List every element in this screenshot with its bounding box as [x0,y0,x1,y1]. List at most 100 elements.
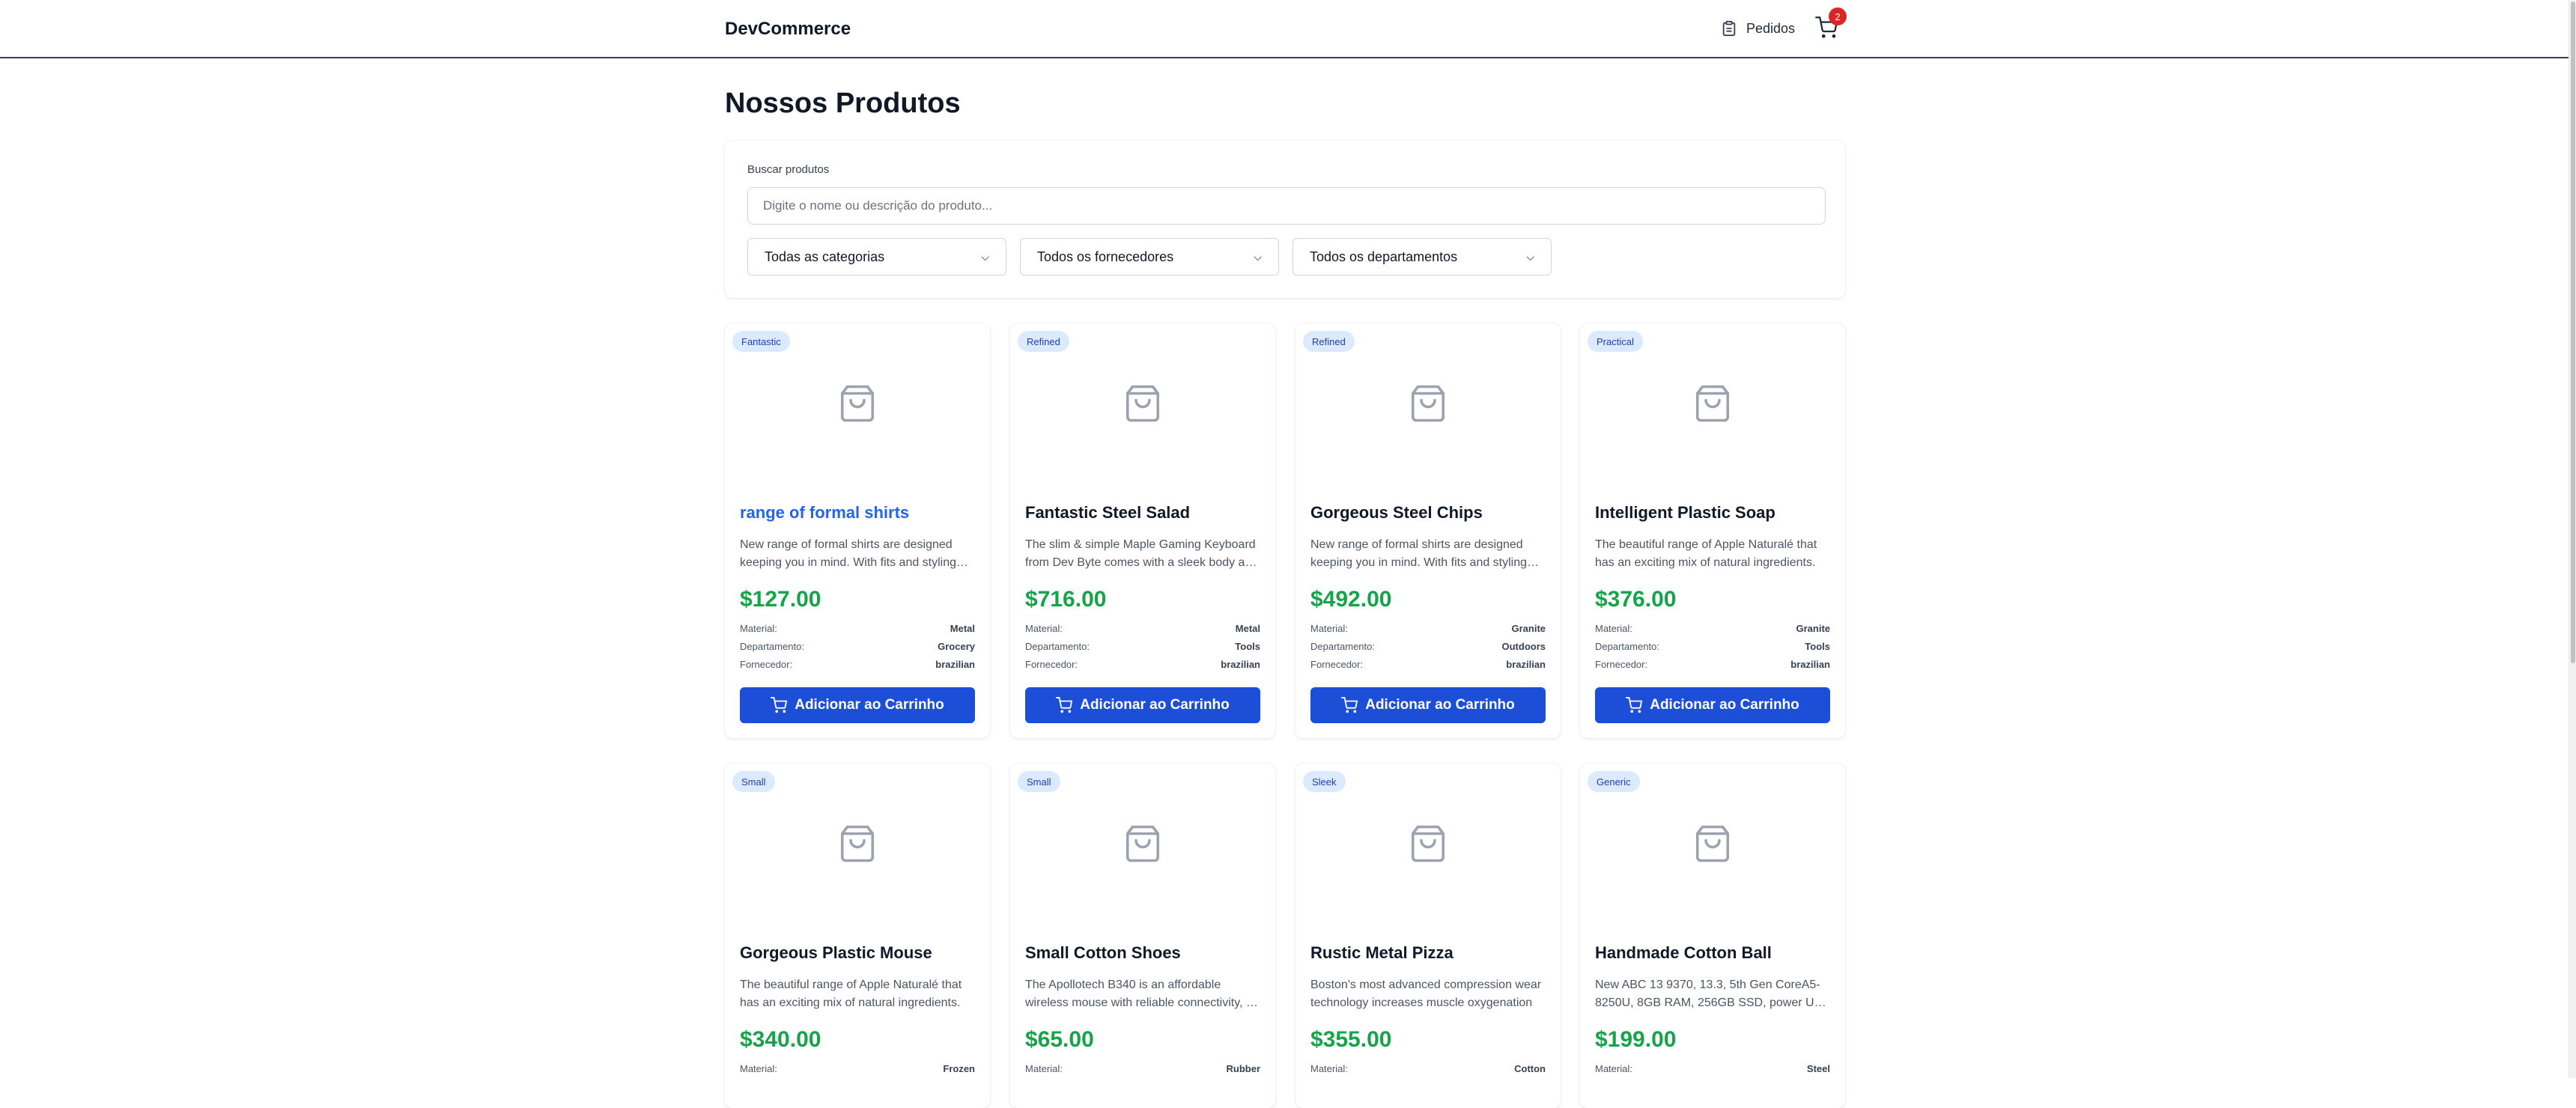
product-price: $716.00 [1025,587,1107,612]
material-value: Granite [1511,623,1546,634]
material-label: Material: [740,623,777,634]
product-description: New range of formal shirts are designed … [1310,538,1528,569]
product-description: New ABC 13 9370, 13.3, 5th Gen CoreA5-82… [1595,978,1832,1009]
cart-icon [1056,697,1073,713]
supplier-row: Fornecedor: brazilian [1595,659,1830,670]
product-name[interactable]: Intelligent Plastic Soap [1595,503,1835,523]
chevron-down-icon: ⌵ [1526,250,1534,263]
cart-count-badge: 2 [1829,7,1847,25]
shopping-bag-icon [1695,385,1730,422]
shopping-bag-icon [1126,825,1160,862]
product-description: The beautiful range of Apple Naturalé th… [1595,538,1817,569]
material-label: Material: [1310,623,1348,634]
department-label: Departamento: [740,641,804,652]
product-description: New range of formal shirts are designed … [740,538,957,569]
page-title: Nossos Produtos [725,88,961,119]
material-label: Material: [1025,1063,1063,1074]
product-card[interactable]: Refined Gorgeous Steel Chips New range o… [1295,323,1561,738]
product-description: The beautiful range of Apple Naturalé th… [740,978,962,1009]
product-card[interactable]: Small Small Cotton Shoes The Apollotech … [1010,764,1275,1108]
material-row: Material: Metal [740,623,975,634]
add-to-cart-button[interactable]: Adicionar ao Carrinho [1310,687,1546,723]
shopping-bag-icon [1411,825,1445,862]
department-value: Tools [1805,641,1830,652]
product-name-link[interactable]: range of formal shirts [740,503,979,523]
supplier-value: brazilian [935,659,975,670]
supplier-label: Fornecedor: [1310,659,1364,670]
supplier-row: Fornecedor: brazilian [1310,659,1546,670]
supplier-value: brazilian [1506,659,1546,670]
department-value: Outdoors [1501,641,1546,652]
department-select-value: Todos os departamentos [1310,249,1458,264]
product-badge: Small [732,771,775,792]
supplier-select[interactable]: Todos os fornecedores ⌵ [1020,238,1279,276]
shopping-bag-icon [1411,385,1445,422]
orders-link[interactable]: Pedidos [1721,18,1795,39]
product-card[interactable]: Small Gorgeous Plastic Mouse The beautif… [725,764,990,1108]
cart-icon [1341,697,1358,713]
product-badge: Practical [1588,331,1643,352]
department-label: Departamento: [1595,641,1659,652]
supplier-value: brazilian [1221,659,1260,670]
search-input[interactable] [747,187,1826,225]
add-to-cart-button[interactable]: Adicionar ao Carrinho [1025,687,1260,723]
material-value: Metal [1235,623,1260,634]
product-badge: Small [1018,771,1060,792]
product-card[interactable]: Sleek Rustic Metal Pizza Boston's most a… [1295,764,1561,1108]
orders-label: Pedidos [1746,20,1796,36]
product-card[interactable]: Refined Fantastic Steel Salad The slim &… [1010,323,1275,738]
product-card[interactable]: Fantastic range of formal shirts New ran… [725,323,990,738]
material-row: Material: Rubber [1025,1063,1260,1074]
product-price: $376.00 [1595,587,1677,612]
product-name[interactable]: Handmade Cotton Ball [1595,943,1835,963]
product-name[interactable]: Rustic Metal Pizza [1310,943,1550,963]
product-price: $65.00 [1025,1027,1094,1052]
add-to-cart-label: Adicionar ao Carrinho [795,697,944,713]
brand-logo[interactable]: DevCommerce [725,19,851,39]
product-name[interactable]: Small Cotton Shoes [1025,943,1265,963]
material-row: Material: Granite [1595,623,1830,634]
material-row: Material: Granite [1310,623,1546,634]
product-badge: Fantastic [732,331,790,352]
product-price: $492.00 [1310,587,1392,612]
page-scrollbar[interactable] [2569,0,2576,1078]
material-value: Cotton [1514,1063,1546,1074]
add-to-cart-label: Adicionar ao Carrinho [1080,697,1230,713]
material-row: Material: Frozen [740,1063,975,1074]
department-value: Tools [1235,641,1260,652]
material-label: Material: [740,1063,777,1074]
product-description: Boston's most advanced compression wear … [1310,978,1542,1009]
product-badge: Sleek [1303,771,1346,792]
category-select[interactable]: Todas as categorias ⌵ [747,238,1006,276]
filter-panel: Buscar produtos Todas as categorias ⌵ To… [725,141,1845,298]
material-label: Material: [1595,1063,1632,1074]
product-name[interactable]: Fantastic Steel Salad [1025,503,1265,523]
shopping-bag-icon [840,385,875,422]
chevron-down-icon: ⌵ [1254,250,1262,263]
add-to-cart-button[interactable]: Adicionar ao Carrinho [1595,687,1830,723]
product-description: The slim & simple Maple Gaming Keyboard … [1025,538,1259,569]
product-name[interactable]: Gorgeous Plastic Mouse [740,943,979,963]
product-badge: Refined [1018,331,1069,352]
scrollbar-thumb[interactable] [2571,1,2575,663]
department-row: Departamento: Tools [1025,641,1260,652]
supplier-value: brazilian [1790,659,1830,670]
chevron-down-icon: ⌵ [981,250,989,263]
product-card[interactable]: Practical Intelligent Plastic Soap The b… [1580,323,1845,738]
material-value: Metal [950,623,975,634]
cart-icon [771,697,788,713]
material-value: Steel [1806,1063,1830,1074]
material-label: Material: [1595,623,1632,634]
shopping-bag-icon [1695,825,1730,862]
add-to-cart-button[interactable]: Adicionar ao Carrinho [740,687,975,723]
department-row: Departamento: Outdoors [1310,641,1546,652]
material-row: Material: Steel [1595,1063,1830,1074]
shopping-bag-icon [840,825,875,862]
supplier-label: Fornecedor: [1595,659,1648,670]
product-name[interactable]: Gorgeous Steel Chips [1310,503,1550,523]
department-select[interactable]: Todos os departamentos ⌵ [1292,238,1552,276]
add-to-cart-label: Adicionar ao Carrinho [1650,697,1799,713]
product-card[interactable]: Generic Handmade Cotton Ball New ABC 13 … [1580,764,1845,1108]
search-label: Buscar produtos [747,163,830,176]
product-price: $199.00 [1595,1027,1677,1052]
